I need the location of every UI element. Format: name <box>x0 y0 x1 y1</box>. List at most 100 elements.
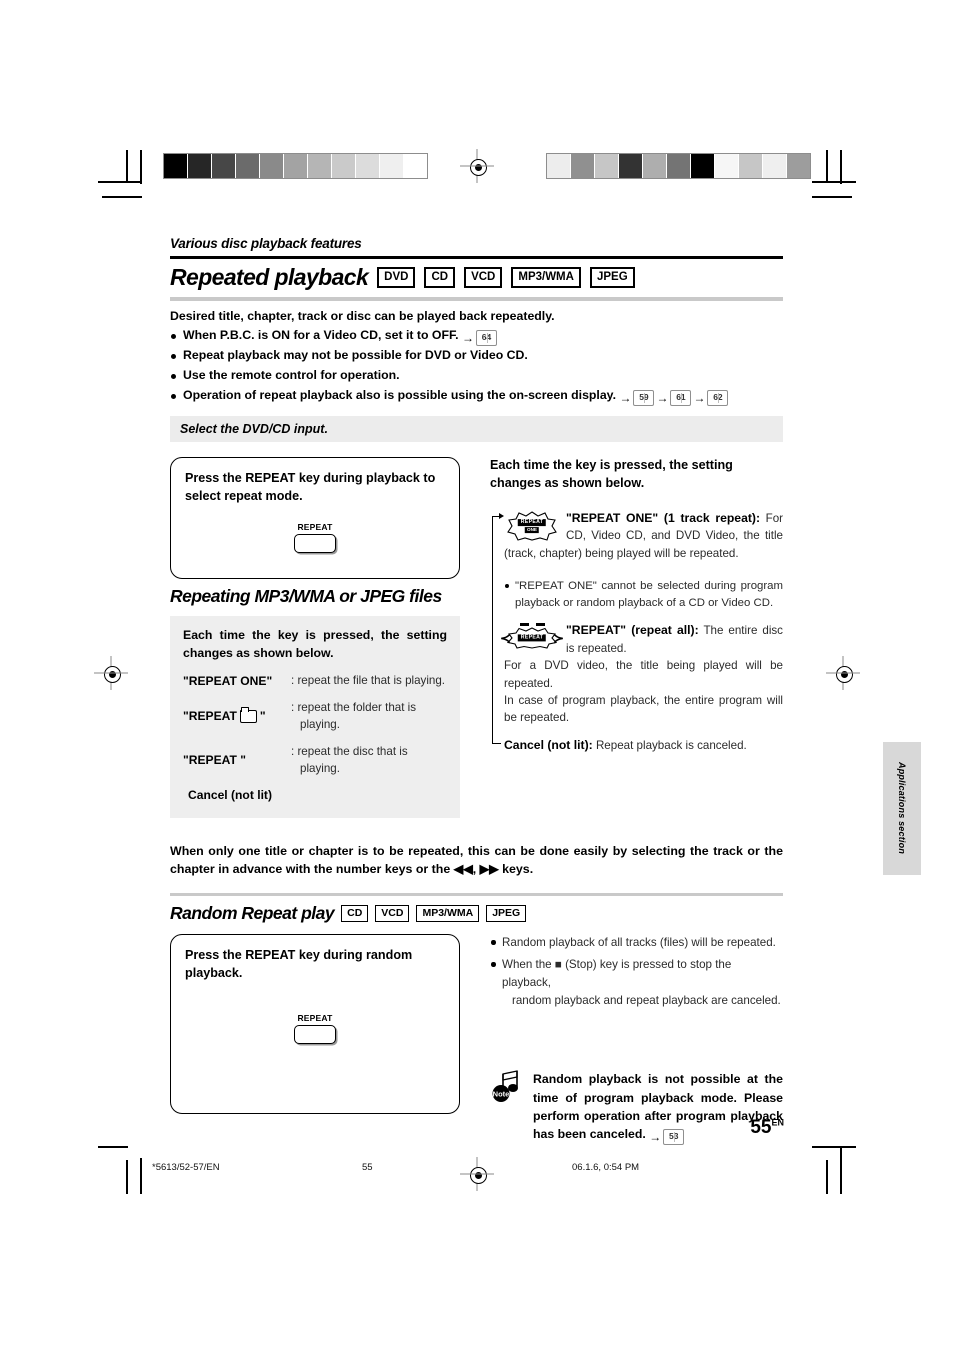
color-swatch <box>643 154 667 178</box>
page-title: Repeated playback DVD CD VCD MP3/WMA JPE… <box>170 259 783 294</box>
mp3-row-value-text: : repeat the disc that is <box>291 744 408 758</box>
color-swatch <box>763 154 787 178</box>
color-swatch <box>595 154 619 178</box>
section-heading: Various disc playback features <box>170 236 362 251</box>
arrow-icon: → <box>462 331 474 346</box>
repeat-all-title: "REPEAT" (repeat all): <box>566 623 699 638</box>
crop-mark-bottom-left-v2 <box>140 1158 142 1194</box>
color-swatch <box>787 154 810 178</box>
mp3-row-key-text: "REPEAT <box>183 709 237 724</box>
repeat-one-badge: REPEAT ONE <box>504 511 560 541</box>
repeat-key-label: REPEAT <box>297 1013 333 1024</box>
color-swatch <box>308 154 332 178</box>
repeat-all-body-3: In case of program playback, the entire … <box>504 693 783 725</box>
side-tab-label: Applications section <box>897 762 907 855</box>
format-badge-vcd: VCD <box>464 267 503 288</box>
color-swatch <box>380 154 404 178</box>
random-step-box: Press the REPEAT key during random playb… <box>170 934 460 1115</box>
input-select-bar: Select the DVD/CD input. <box>170 416 783 443</box>
crop-mark-bottom-right-h <box>812 1146 856 1148</box>
registration-mark-bottom <box>466 1163 488 1185</box>
crop-mark-bottom-right-v2 <box>840 1146 842 1194</box>
color-swatch <box>619 154 643 178</box>
random-bullet-cont: random playback and repeat playback are … <box>512 994 781 1008</box>
page-title-text: Repeated playback <box>170 264 369 290</box>
crop-mark-top-right-v <box>826 150 828 182</box>
repeat-mode-flow: REPEAT ONE "REPEAT ONE" (1 track repeat)… <box>490 509 783 754</box>
color-swatch <box>691 154 715 178</box>
registration-mark-right <box>832 662 854 684</box>
mp3-repeat-row: "REPEAT " : repeat the folder that is pl… <box>183 699 447 734</box>
bullet-text: Operation of repeat playback also is pos… <box>183 388 617 403</box>
mp3-section-heading: Repeating MP3/WMA or JPEG files <box>170 579 460 611</box>
repeat-key-graphic: REPEAT <box>185 522 445 553</box>
book-icon: 62 <box>707 390 729 407</box>
color-swatch <box>188 154 212 178</box>
mp3-row-value-cont: playing. <box>300 762 340 776</box>
document-content: Various disc playback features Repeated … <box>170 236 783 1146</box>
registration-mark-left <box>100 662 122 684</box>
cancel-title: Cancel (not lit): <box>504 737 593 752</box>
crop-mark-top-left-v <box>126 150 128 182</box>
badge-word-1: REPEAT <box>517 634 547 642</box>
list-item: Operation of repeat playback also is pos… <box>170 386 783 407</box>
crop-mark-top-right-v2 <box>840 150 842 184</box>
folder-icon <box>239 706 257 723</box>
mp3-row-value: : repeat the disc that is playing. <box>291 743 447 778</box>
intro-bullet-list: When P.B.C. is ON for a Video CD, set it… <box>170 326 783 407</box>
registration-mark-top <box>466 155 488 177</box>
arrow-icon: → <box>619 391 632 406</box>
repeat-button-icon <box>294 534 336 553</box>
arrow-icon: → <box>656 391 669 406</box>
bullet-text: Repeat playback may not be possible for … <box>183 348 528 363</box>
mp3-repeat-box: Each time the key is pressed, the settin… <box>170 616 460 818</box>
mp3-row-value-cont: playing. <box>300 718 340 732</box>
svg-text:Note: Note <box>493 1090 510 1099</box>
starburst-caption: REPEAT <box>517 634 547 642</box>
color-swatch <box>547 154 571 178</box>
color-swatch <box>715 154 739 178</box>
mp3-row-key: "REPEAT ONE" <box>183 673 273 688</box>
page-reference: → 59 → 61 → 62 <box>619 390 729 407</box>
repeat-all-body-2: For a DVD video, the title being played … <box>504 659 783 690</box>
crop-mark-top-left-h <box>98 181 142 183</box>
color-swatch <box>284 154 308 178</box>
footer-timestamp: 06.1.6, 0:54 PM <box>572 1162 640 1173</box>
step-instruction-box: Press the REPEAT key during playback to … <box>170 457 460 580</box>
random-left-column: Press the REPEAT key during random playb… <box>170 934 460 1145</box>
crop-mark-bottom-left-h <box>98 1146 128 1148</box>
starburst-icon: REPEAT ONE <box>507 511 557 541</box>
crop-mark-top-left-h2 <box>102 196 142 198</box>
format-badge-cd: CD <box>424 267 456 288</box>
mid-note-text: When only one title or chapter is to be … <box>170 843 783 877</box>
mp3-row-value-text: : repeat the folder that is <box>291 701 417 715</box>
note-box: Note Random playback is not possible at … <box>490 1070 783 1146</box>
right-intro-text: Each time the key is pressed, the settin… <box>490 458 733 491</box>
starburst-icon: ≺ ≻ REPEAT <box>500 627 564 649</box>
random-repeat-key-graphic: REPEAT <box>185 1013 445 1045</box>
repeat-one-note: "REPEAT ONE" cannot be selected during p… <box>504 578 783 612</box>
book-icon: 61 <box>670 390 692 407</box>
bullet-text: When P.B.C. is ON for a Video CD, set it… <box>183 328 459 343</box>
color-bar-left <box>163 153 428 179</box>
random-bullet: When the ■ (Stop) key is pressed to stop… <box>490 956 783 1010</box>
mp3-section-heading-text: Repeating MP3/WMA or JPEG files <box>170 586 442 607</box>
mp3-row-key: "REPEAT " <box>183 753 246 768</box>
mp3-repeat-row: "REPEAT ONE" : repeat the file that is p… <box>183 672 447 690</box>
repeat-all-item: ≺ ≻ REPEAT "REPEAT" (repeat all): The en… <box>500 621 783 726</box>
crop-mark-top-left-v2 <box>140 150 142 184</box>
flow-tick-bottom <box>492 742 501 745</box>
cancel-body: Repeat playback is canceled. <box>595 738 747 752</box>
random-step-instruction: Press the REPEAT key during random playb… <box>185 948 413 981</box>
format-badge-dvd: DVD <box>377 267 416 288</box>
page-number: 55EN <box>750 1117 784 1139</box>
format-badge-jpeg: JPEG <box>589 267 635 288</box>
cancel-item: Cancel (not lit): Repeat playback is can… <box>504 736 783 754</box>
color-swatch <box>667 154 691 178</box>
repeat-key-label: REPEAT <box>297 522 333 532</box>
color-swatch <box>164 154 188 178</box>
repeat-button-icon <box>294 1025 336 1045</box>
random-bullet-text: When the ■ (Stop) key is pressed to stop… <box>502 958 732 990</box>
bullet-text: Use the remote control for operation. <box>183 368 400 383</box>
list-item: When P.B.C. is ON for a Video CD, set it… <box>170 326 783 347</box>
